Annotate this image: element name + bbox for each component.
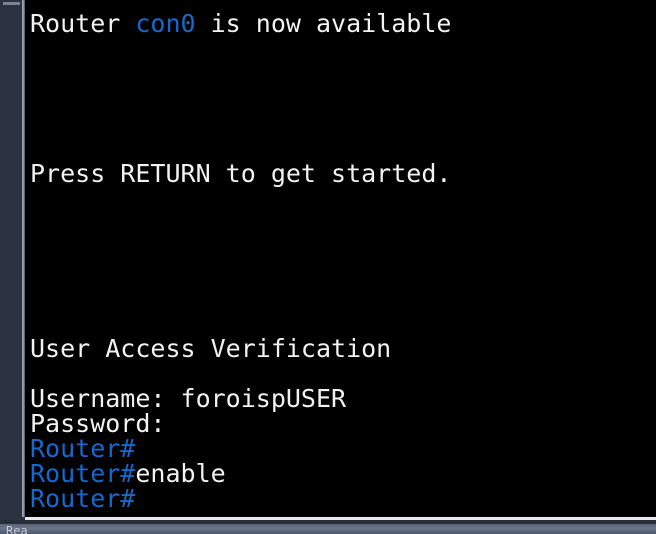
line-prompt-3: Router# — [30, 486, 656, 511]
console-token-text: is now available — [195, 9, 452, 38]
left-gutter — [0, 0, 22, 518]
vertical-scrollbar-track[interactable] — [0, 0, 22, 518]
console-token-text: enable — [135, 459, 226, 488]
line-press-return: Press RETURN to get started. — [30, 161, 656, 186]
line-prompt-enable: Router#enable — [30, 461, 656, 486]
line-password: Password: — [30, 411, 656, 436]
line-blank-6 — [30, 186, 656, 211]
console-output-area[interactable]: Router con0 is now available Press RETURN… — [25, 0, 656, 517]
console-token-prompt: con0 — [135, 9, 196, 38]
line-blank-7 — [30, 211, 656, 236]
vertical-scrollbar-thumb[interactable] — [3, 2, 20, 5]
line-blank-12 — [30, 361, 656, 386]
line-blank-3 — [30, 86, 656, 111]
line-blank-10 — [30, 286, 656, 311]
line-blank-11 — [30, 311, 656, 336]
status-bar-clipped-label: Rea — [6, 524, 28, 534]
status-bar: Rea — [0, 524, 656, 534]
line-blank-1 — [30, 36, 656, 61]
console-token-prompt: Router# — [30, 484, 136, 513]
console-line-list: Router con0 is now available Press RETURN… — [30, 11, 656, 511]
console-token-text: Router — [30, 9, 136, 38]
line-user-access-verification: User Access Verification — [30, 336, 656, 361]
terminal-window: Router con0 is now available Press RETURN… — [0, 0, 656, 534]
console-token-text: User Access Verification — [30, 334, 392, 363]
line-username: Username: foroispUSER — [30, 386, 656, 411]
line-blank-2 — [30, 61, 656, 86]
console-token-text: Press RETURN to get started. — [30, 159, 452, 188]
line-blank-5 — [30, 136, 656, 161]
line-blank-4 — [30, 111, 656, 136]
line-banner-available: Router con0 is now available — [30, 11, 656, 36]
line-blank-8 — [30, 236, 656, 261]
line-prompt-1: Router# — [30, 436, 656, 461]
line-blank-9 — [30, 261, 656, 286]
